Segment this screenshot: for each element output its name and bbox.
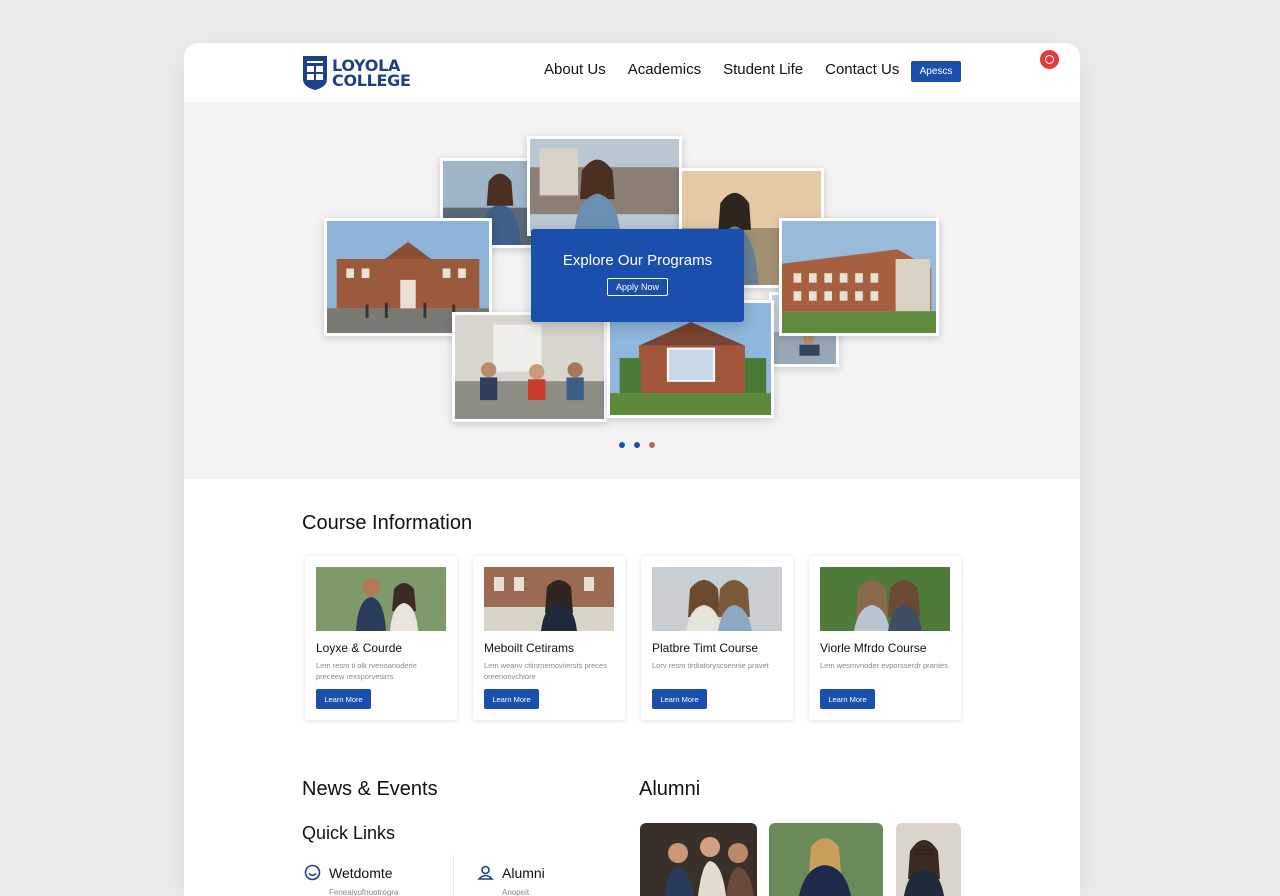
quick-links-heading: Quick Links — [302, 823, 396, 843]
alumni-heading: Alumni — [639, 778, 701, 800]
programs-cta-title: Explore Our Programs — [562, 252, 713, 269]
course-card: Loyxe & Courde Lem resm ti olk rvenoanod… — [305, 556, 457, 720]
carousel-dot[interactable] — [619, 442, 625, 448]
quick-link-label: Wetdomte — [329, 864, 393, 881]
quick-link-subtext: Feneaivufnuotrogra — [329, 888, 399, 896]
hero-banner: Explore Our Programs Apply Now — [184, 102, 1080, 479]
carousel-dots — [619, 442, 655, 448]
programs-cta-card: Explore Our Programs Apply Now — [531, 229, 744, 322]
hero-photo-study-group — [452, 312, 607, 422]
college-logo[interactable]: LOYOLA COLLEGE — [302, 55, 411, 91]
alumni-photo[interactable] — [640, 823, 757, 896]
course-title: Viorle Mfrdo Course — [820, 641, 927, 655]
course-information-heading: Course Information — [302, 512, 473, 534]
hero-photo-student-smiling — [527, 136, 682, 236]
learn-more-button[interactable]: Learn More — [484, 689, 539, 709]
course-image — [820, 567, 950, 631]
course-title: Loyxe & Courde — [316, 641, 403, 655]
course-card: Viorle Mfrdo Course Lem wesmvnoder evpor… — [809, 556, 961, 720]
course-image — [316, 567, 446, 631]
alumni-photo[interactable] — [896, 823, 961, 896]
learn-more-button[interactable]: Learn More — [316, 689, 371, 709]
crest-icon — [303, 56, 327, 90]
logo-line2: COLLEGE — [332, 71, 411, 90]
badge-icon — [477, 865, 494, 880]
course-description: Lem weanv ctiinrnemoviiersts preces oree… — [484, 661, 607, 681]
course-title: Meboilt Cetirams — [484, 641, 575, 655]
course-card: Meboilt Cetirams Lem weanv ctiinrnemovii… — [473, 556, 625, 720]
main-nav: About Us Academics Student Life Contact … — [544, 61, 899, 78]
hero-photo-campus-right — [779, 218, 939, 336]
quick-link-welcome[interactable]: Wetdomte — [304, 864, 393, 881]
smile-icon — [304, 864, 321, 881]
news-events-heading: News & Events — [302, 778, 438, 800]
quick-link-subtext: Anopeit — [502, 888, 530, 896]
nav-contact-us[interactable]: Contact Us — [825, 61, 899, 78]
learn-more-button[interactable]: Learn More — [820, 689, 875, 709]
record-icon[interactable] — [1040, 50, 1059, 69]
nav-about-us[interactable]: About Us — [544, 61, 606, 78]
nav-student-life[interactable]: Student Life — [723, 61, 803, 78]
course-description: Lem wesmvnoder evporsserdr prantes — [820, 661, 948, 670]
alumni-photo[interactable] — [769, 823, 883, 896]
course-description: Lorv resm tirdiatoryscsennie pravet — [652, 661, 769, 670]
site-header: LOYOLA COLLEGE About Us Academics Studen… — [184, 43, 1080, 102]
header-cta-button[interactable]: Apescs — [911, 61, 961, 82]
course-image — [652, 567, 782, 631]
course-description: Lem resm ti olk rvenoanoderie preceew re… — [316, 661, 417, 681]
quick-link-label: Alumni — [502, 864, 545, 881]
carousel-dot[interactable] — [634, 442, 640, 448]
learn-more-button[interactable]: Learn More — [652, 689, 707, 709]
course-title: Platbre Timt Course — [652, 641, 759, 655]
apply-now-button[interactable]: Apply Now — [606, 278, 669, 296]
course-image — [484, 567, 614, 631]
quick-links-divider — [453, 855, 454, 896]
course-card: Platbre Timt Course Lorv resm tirdiatory… — [641, 556, 793, 720]
quick-link-alumni[interactable]: Alumni — [477, 864, 545, 881]
carousel-dot[interactable] — [649, 442, 655, 448]
nav-academics[interactable]: Academics — [628, 61, 701, 78]
